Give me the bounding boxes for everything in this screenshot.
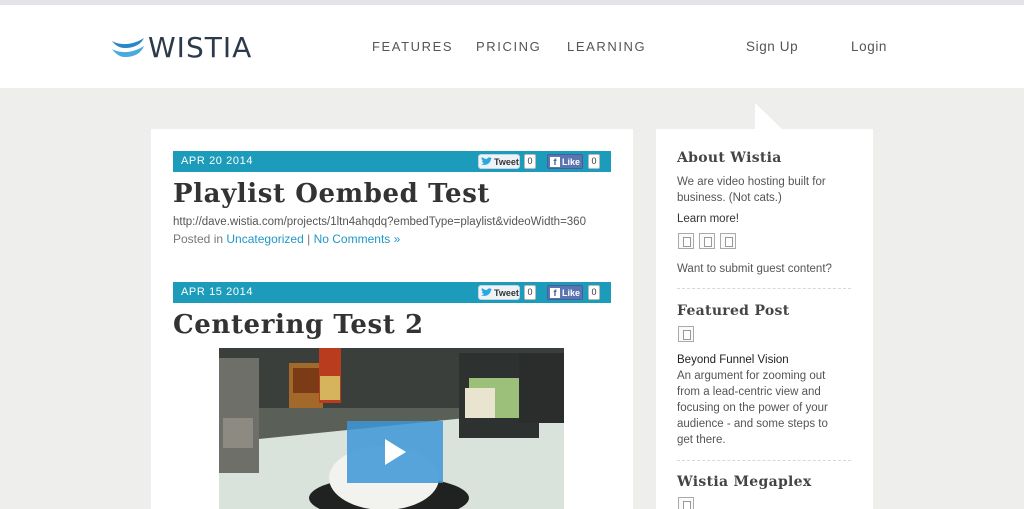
post-title[interactable]: Centering Test 2 (173, 308, 611, 342)
sidebar-notch (755, 103, 782, 129)
sidebar: About Wistia We are video hosting built … (656, 129, 873, 509)
tweet-label: Tweet (494, 156, 519, 167)
tweet-count: 0 (524, 154, 536, 169)
like-count: 0 (588, 285, 600, 300)
like-label: Like (562, 287, 581, 298)
comments-link[interactable]: No Comments » (314, 232, 401, 246)
post-date: APR 20 2014 (181, 155, 254, 167)
sidebar-divider (677, 460, 851, 461)
featured-post-excerpt: An argument for zooming out from a lead-… (677, 370, 828, 446)
megaplex-heading: Wistia Megaplex (677, 474, 812, 490)
post-meta: Posted in Uncategorized | No Comments » (173, 232, 611, 246)
blog-main-column: APR 20 2014 Tweet 0 f Like 0 Playlist Oe… (151, 129, 633, 509)
about-heading: About Wistia (677, 150, 782, 166)
play-button[interactable] (347, 421, 443, 483)
blog-post: APR 15 2014 Tweet 0 f Like 0 Centering T… (173, 282, 611, 342)
like-label: Like (562, 156, 581, 167)
nav-pricing[interactable]: PRICING (476, 39, 541, 54)
guest-content-link[interactable]: Want to submit guest content? (677, 261, 832, 277)
broken-image-icon (720, 233, 736, 249)
category-link[interactable]: Uncategorized (226, 232, 303, 246)
tweet-button[interactable]: Tweet (478, 154, 520, 169)
nav-features[interactable]: FEATURES (372, 39, 453, 54)
posted-in-label: Posted in (173, 232, 224, 246)
top-navigation: WISTIA FEATURES PRICING LEARNING Sign Up… (0, 5, 1024, 88)
nav-learning[interactable]: LEARNING (567, 39, 646, 54)
featured-post-title[interactable]: Beyond Funnel Vision (677, 352, 789, 368)
post-embed-url: http://dave.wistia.com/projects/1ltn4ahq… (173, 216, 586, 228)
broken-image-icon (678, 326, 694, 342)
tweet-label: Tweet (494, 287, 519, 298)
post-title[interactable]: Playlist Oembed Test (173, 177, 611, 211)
tweet-count: 0 (524, 285, 536, 300)
broken-image-icon (678, 497, 694, 509)
meta-separator: | (307, 232, 311, 246)
wistia-logo[interactable]: WISTIA (111, 33, 252, 63)
blog-post: APR 20 2014 Tweet 0 f Like 0 Playlist Oe… (173, 151, 611, 246)
tweet-button[interactable]: Tweet (478, 285, 520, 300)
facebook-icon: f (550, 156, 560, 167)
sidebar-divider (677, 288, 851, 289)
twitter-bird-icon (481, 157, 492, 165)
wistia-logo-icon (112, 38, 144, 57)
nav-sign-up[interactable]: Sign Up (746, 39, 798, 54)
logo-wordmark: WISTIA (148, 31, 253, 64)
featured-heading: Featured Post (677, 303, 790, 319)
about-text: We are video hosting built for business.… (677, 176, 826, 204)
broken-image-icon (678, 233, 694, 249)
facebook-like-button[interactable]: f Like (547, 285, 583, 300)
broken-image-icon (699, 233, 715, 249)
facebook-like-button[interactable]: f Like (547, 154, 583, 169)
learn-more-link[interactable]: Learn more! (677, 211, 739, 227)
like-count: 0 (588, 154, 600, 169)
nav-login[interactable]: Login (851, 39, 887, 54)
post-date: APR 15 2014 (181, 286, 254, 298)
facebook-icon: f (550, 287, 560, 298)
post-date-bar: APR 20 2014 Tweet 0 f Like 0 (173, 151, 611, 172)
play-icon (385, 439, 406, 465)
post-date-bar: APR 15 2014 Tweet 0 f Like 0 (173, 282, 611, 303)
twitter-bird-icon (481, 288, 492, 296)
video-player[interactable] (219, 348, 564, 509)
